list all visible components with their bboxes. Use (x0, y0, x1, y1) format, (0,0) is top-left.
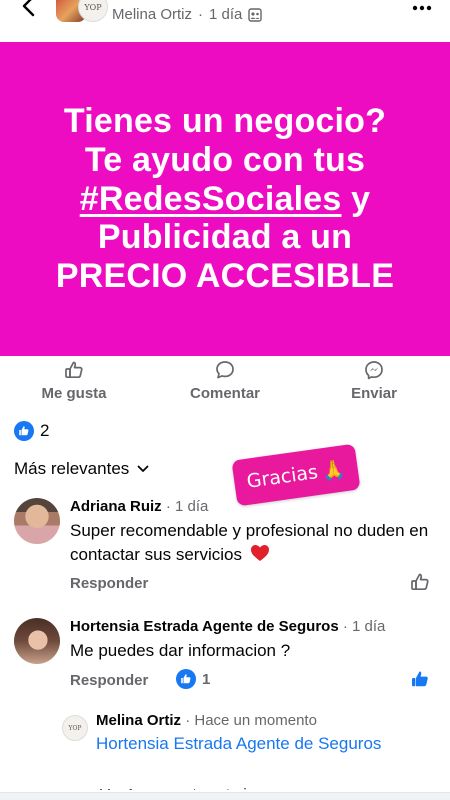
like-button[interactable]: Me gusta (26, 360, 122, 402)
reply-separator: · (185, 712, 195, 729)
banner-hashtag: #RedesSociales (79, 179, 342, 218)
comment-like-button[interactable] (410, 669, 430, 694)
post-header: YOP Melina Ortiz · 1 día (0, 0, 450, 40)
reply-mention-link[interactable]: Hortensia Estrada Agente de Seguros (96, 734, 450, 754)
comment-header: Adriana Ruiz · 1 día (70, 498, 430, 515)
group-audience-icon (248, 7, 263, 22)
comment-reaction-summary[interactable]: 1 (176, 669, 210, 689)
post-time: 1 día (209, 6, 243, 23)
author-avatar-group[interactable]: YOP (56, 0, 108, 22)
comment-button[interactable]: Comentar (170, 360, 280, 402)
reaction-count: 2 (40, 421, 50, 440)
banner-text: Tienes un negocio? Te ayudo con tus #Red… (56, 102, 394, 296)
comment-body: Hortensia Estrada Agente de Seguros · 1 … (70, 618, 430, 663)
banner-line-3-suffix: y (341, 179, 371, 218)
comment-body: Adriana Ruiz · 1 día Super recomendable … (70, 498, 430, 567)
view-previous-replies[interactable]: Ver 1 respuesta anterior (100, 780, 432, 790)
comment-author[interactable]: Hortensia Estrada Agente de Seguros (70, 618, 339, 635)
comment-label: Comentar (189, 385, 260, 402)
sticker-text: Gracias (245, 461, 320, 493)
chevron-down-icon (137, 465, 149, 472)
reply-time: Hace un momento (194, 712, 317, 729)
banner-line-3: #RedesSociales y (56, 180, 394, 219)
reply-author[interactable]: Melina Ortiz (96, 712, 181, 729)
more-dots-icon (412, 5, 432, 11)
thumbs-up-filled-icon (412, 671, 428, 687)
reply-button[interactable]: Responder (70, 575, 148, 592)
comment-separator: · (165, 498, 176, 515)
like-reaction-icon (14, 421, 34, 441)
reply-header: Melina Ortiz · Hace un momento (96, 712, 450, 729)
comment-time: 1 día (175, 498, 209, 515)
reply-item: YOP Melina Ortiz · Hace un momento Horte… (62, 712, 442, 772)
back-button[interactable] (16, 0, 40, 18)
author-name[interactable]: Melina Ortiz (112, 6, 192, 23)
praying-hands-emoji: 🙏 (320, 457, 347, 483)
comment-reaction-count: 1 (202, 670, 211, 688)
reply-button[interactable]: Responder (70, 672, 148, 689)
banner-line-2: Te ayudo con tus (84, 140, 366, 179)
comment-bubble-icon (216, 361, 234, 379)
comment-text: Me puedes dar informacion ? (70, 641, 291, 660)
banner-line-5: PRECIO ACCESIBLE (55, 257, 395, 296)
thumbs-up-outline-icon (411, 573, 429, 591)
post-actions: Me gusta Comentar Enviar (0, 360, 450, 410)
messenger-icon (365, 361, 383, 380)
thumbs-up-icon (65, 361, 83, 379)
post-image-banner[interactable]: Tienes un negocio? Te ayudo con tus #Red… (0, 42, 450, 356)
avatar-logo-text: YOP (68, 724, 82, 732)
meta-separator: · (198, 6, 204, 23)
comment-item: Adriana Ruiz · 1 día Super recomendable … (14, 498, 438, 594)
banner-line-4: Publicidad a un (97, 218, 353, 257)
comment-sort-dropdown[interactable]: Más relevantes (14, 459, 149, 479)
comment-author[interactable]: Adriana Ruiz (70, 498, 162, 515)
comment-text: Super recomendable y profesional no dude… (70, 519, 430, 567)
red-heart-icon (250, 545, 269, 561)
banner-line-1: Tienes un negocio? (63, 102, 387, 141)
comment-separator: · (342, 618, 353, 635)
comment-like-button[interactable] (410, 572, 430, 597)
send-button[interactable]: Enviar (330, 360, 418, 402)
more-options-button[interactable] (410, 0, 434, 18)
gracias-sticker: Gracias 🙏 (231, 443, 361, 507)
commenter-avatar[interactable] (14, 498, 60, 544)
like-reaction-icon (176, 669, 196, 689)
post-meta: Melina Ortiz · 1 día (112, 6, 263, 23)
comment-composer-edge (0, 792, 450, 800)
reply-body: Melina Ortiz · Hace un momento Hortensia… (96, 712, 450, 754)
send-label: Enviar (351, 385, 397, 402)
chevron-left-icon (22, 0, 35, 17)
comment-item: Hortensia Estrada Agente de Seguros · 1 … (14, 618, 438, 698)
reply-author-avatar[interactable]: YOP (62, 715, 88, 741)
reaction-summary[interactable]: 2 (14, 421, 49, 441)
commenter-avatar[interactable] (14, 618, 60, 664)
avatar-logo-text: YOP (84, 2, 102, 12)
like-label: Me gusta (41, 385, 107, 402)
sort-label: Más relevantes (14, 459, 130, 478)
comment-time: 1 día (352, 618, 386, 635)
comment-header: Hortensia Estrada Agente de Seguros · 1 … (70, 618, 430, 635)
